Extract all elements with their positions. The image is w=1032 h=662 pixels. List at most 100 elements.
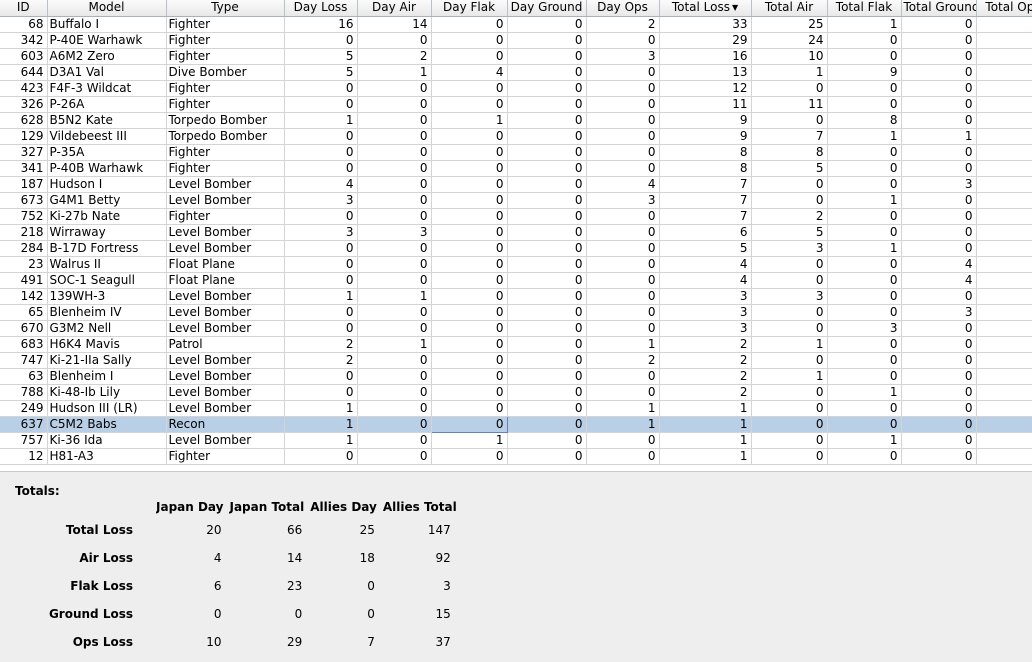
cell-day-ops[interactable]: 0 xyxy=(586,112,660,129)
cell-model[interactable]: 139WH-3 xyxy=(47,288,167,305)
cell-model[interactable]: SOC-1 Seagull xyxy=(47,272,167,289)
table-row[interactable]: 68Buffalo IFighter16140023325107 xyxy=(0,16,1032,33)
table-row[interactable]: 644D3A1 ValDive Bomber51400131903 xyxy=(0,64,1032,81)
cell-day-air[interactable]: 0 xyxy=(357,384,432,401)
cell-day-ground[interactable]: 0 xyxy=(507,176,587,193)
cell-total-flak[interactable]: 1 xyxy=(827,128,902,145)
table-row[interactable]: 670G3M2 NellLevel Bomber0000030300 xyxy=(0,320,1032,337)
cell-total-loss[interactable]: 8 xyxy=(659,160,752,177)
column-header-type[interactable]: Type xyxy=(166,0,285,17)
cell-day-flak[interactable]: 0 xyxy=(431,192,508,209)
cell-total-ops[interactable]: 3 xyxy=(976,64,1032,81)
column-header-total-air[interactable]: Total Air xyxy=(751,0,828,17)
cell-day-ground[interactable]: 0 xyxy=(507,48,587,65)
cell-total-flak[interactable]: 3 xyxy=(827,320,902,337)
cell-model[interactable]: P-26A xyxy=(47,96,167,113)
cell-day-ops[interactable]: 0 xyxy=(586,384,660,401)
column-header-day-air[interactable]: Day Air xyxy=(357,0,432,17)
cell-day-ground[interactable]: 0 xyxy=(507,384,587,401)
cell-type[interactable]: Level Bomber xyxy=(166,384,285,401)
cell-total-air[interactable]: 0 xyxy=(751,416,828,433)
column-header-day-loss[interactable]: Day Loss xyxy=(284,0,358,17)
cell-total-ops[interactable]: 0 xyxy=(976,304,1032,321)
cell-model[interactable]: Ki-48-Ib Lily xyxy=(47,384,167,401)
cell-day-loss[interactable]: 0 xyxy=(284,240,358,257)
table-row[interactable]: 249Hudson III (LR)Level Bomber1000110001 xyxy=(0,400,1032,417)
cell-day-flak[interactable]: 0 xyxy=(431,176,508,193)
cell-total-flak[interactable]: 1 xyxy=(827,16,902,33)
cell-total-flak[interactable]: 0 xyxy=(827,224,902,241)
cell-total-ops[interactable]: 0 xyxy=(976,272,1032,289)
cell-id[interactable]: 218 xyxy=(0,224,48,241)
cell-total-ops[interactable]: 6 xyxy=(976,48,1032,65)
cell-day-air[interactable]: 2 xyxy=(357,48,432,65)
cell-total-ground[interactable]: 0 xyxy=(901,448,977,465)
column-header-total-ops[interactable]: Total Ops xyxy=(976,0,1032,17)
cell-type[interactable]: Dive Bomber xyxy=(166,64,285,81)
table-row[interactable]: 63Blenheim ILevel Bomber0000021001 xyxy=(0,368,1032,385)
cell-total-air[interactable]: 0 xyxy=(751,384,828,401)
cell-total-air[interactable]: 3 xyxy=(751,288,828,305)
cell-day-ground[interactable]: 0 xyxy=(507,208,587,225)
cell-id[interactable]: 63 xyxy=(0,368,48,385)
cell-total-flak[interactable]: 0 xyxy=(827,80,902,97)
cell-day-air[interactable]: 0 xyxy=(357,112,432,129)
cell-total-ops[interactable]: 0 xyxy=(976,96,1032,113)
cell-day-air[interactable]: 0 xyxy=(357,80,432,97)
cell-type[interactable]: Level Bomber xyxy=(166,304,285,321)
cell-model[interactable]: C5M2 Babs xyxy=(47,416,167,433)
cell-total-loss[interactable]: 3 xyxy=(659,320,752,337)
cell-type[interactable]: Float Plane xyxy=(166,256,285,273)
cell-id[interactable]: 673 xyxy=(0,192,48,209)
cell-total-flak[interactable]: 0 xyxy=(827,272,902,289)
cell-total-flak[interactable]: 0 xyxy=(827,288,902,305)
cell-day-ground[interactable]: 0 xyxy=(507,352,587,369)
cell-type[interactable]: Level Bomber xyxy=(166,240,285,257)
cell-type[interactable]: Fighter xyxy=(166,48,285,65)
cell-day-flak[interactable]: 0 xyxy=(431,336,508,353)
cell-day-ground[interactable]: 0 xyxy=(507,400,587,417)
table-row[interactable]: 491SOC-1 SeagullFloat Plane0000040040 xyxy=(0,272,1032,289)
cell-day-loss[interactable]: 3 xyxy=(284,224,358,241)
cell-total-ground[interactable]: 0 xyxy=(901,336,977,353)
cell-day-loss[interactable]: 4 xyxy=(284,176,358,193)
cell-type[interactable]: Fighter xyxy=(166,96,285,113)
cell-day-loss[interactable]: 0 xyxy=(284,96,358,113)
cell-total-ops[interactable]: 1 xyxy=(976,400,1032,417)
cell-total-flak[interactable]: 1 xyxy=(827,192,902,209)
cell-type[interactable]: Level Bomber xyxy=(166,176,285,193)
table-row[interactable]: 628B5N2 KateTorpedo Bomber1010090801 xyxy=(0,112,1032,129)
cell-total-air[interactable]: 24 xyxy=(751,32,828,49)
cell-id[interactable]: 326 xyxy=(0,96,48,113)
cell-day-ground[interactable]: 0 xyxy=(507,128,587,145)
column-header-total-ground[interactable]: Total Ground xyxy=(901,0,977,17)
cell-type[interactable]: Level Bomber xyxy=(166,400,285,417)
cell-day-ops[interactable]: 2 xyxy=(586,16,660,33)
cell-day-ground[interactable]: 0 xyxy=(507,64,587,81)
cell-day-ground[interactable]: 0 xyxy=(507,144,587,161)
cell-model[interactable]: A6M2 Zero xyxy=(47,48,167,65)
cell-day-ops[interactable]: 0 xyxy=(586,272,660,289)
cell-day-loss[interactable]: 0 xyxy=(284,160,358,177)
cell-id[interactable]: 342 xyxy=(0,32,48,49)
cell-total-flak[interactable]: 0 xyxy=(827,208,902,225)
cell-total-ground[interactable]: 0 xyxy=(901,16,977,33)
cell-id[interactable]: 68 xyxy=(0,16,48,33)
cell-day-ground[interactable]: 0 xyxy=(507,288,587,305)
cell-day-loss[interactable]: 1 xyxy=(284,432,358,449)
cell-day-air[interactable]: 0 xyxy=(357,352,432,369)
cell-total-air[interactable]: 5 xyxy=(751,224,828,241)
cell-total-flak[interactable]: 0 xyxy=(827,448,902,465)
cell-day-ops[interactable]: 0 xyxy=(586,368,660,385)
cell-day-air[interactable]: 0 xyxy=(357,448,432,465)
cell-total-ground[interactable]: 0 xyxy=(901,144,977,161)
cell-id[interactable]: 142 xyxy=(0,288,48,305)
cell-day-ground[interactable]: 0 xyxy=(507,336,587,353)
cell-id[interactable]: 12 xyxy=(0,448,48,465)
cell-total-loss[interactable]: 2 xyxy=(659,352,752,369)
cell-total-loss[interactable]: 33 xyxy=(659,16,752,33)
table-row[interactable]: 673G4M1 BettyLevel Bomber3000370106 xyxy=(0,192,1032,209)
cell-id[interactable]: 327 xyxy=(0,144,48,161)
table-row[interactable]: 423F4F-3 WildcatFighter000001200012 xyxy=(0,80,1032,97)
cell-day-air[interactable]: 0 xyxy=(357,320,432,337)
